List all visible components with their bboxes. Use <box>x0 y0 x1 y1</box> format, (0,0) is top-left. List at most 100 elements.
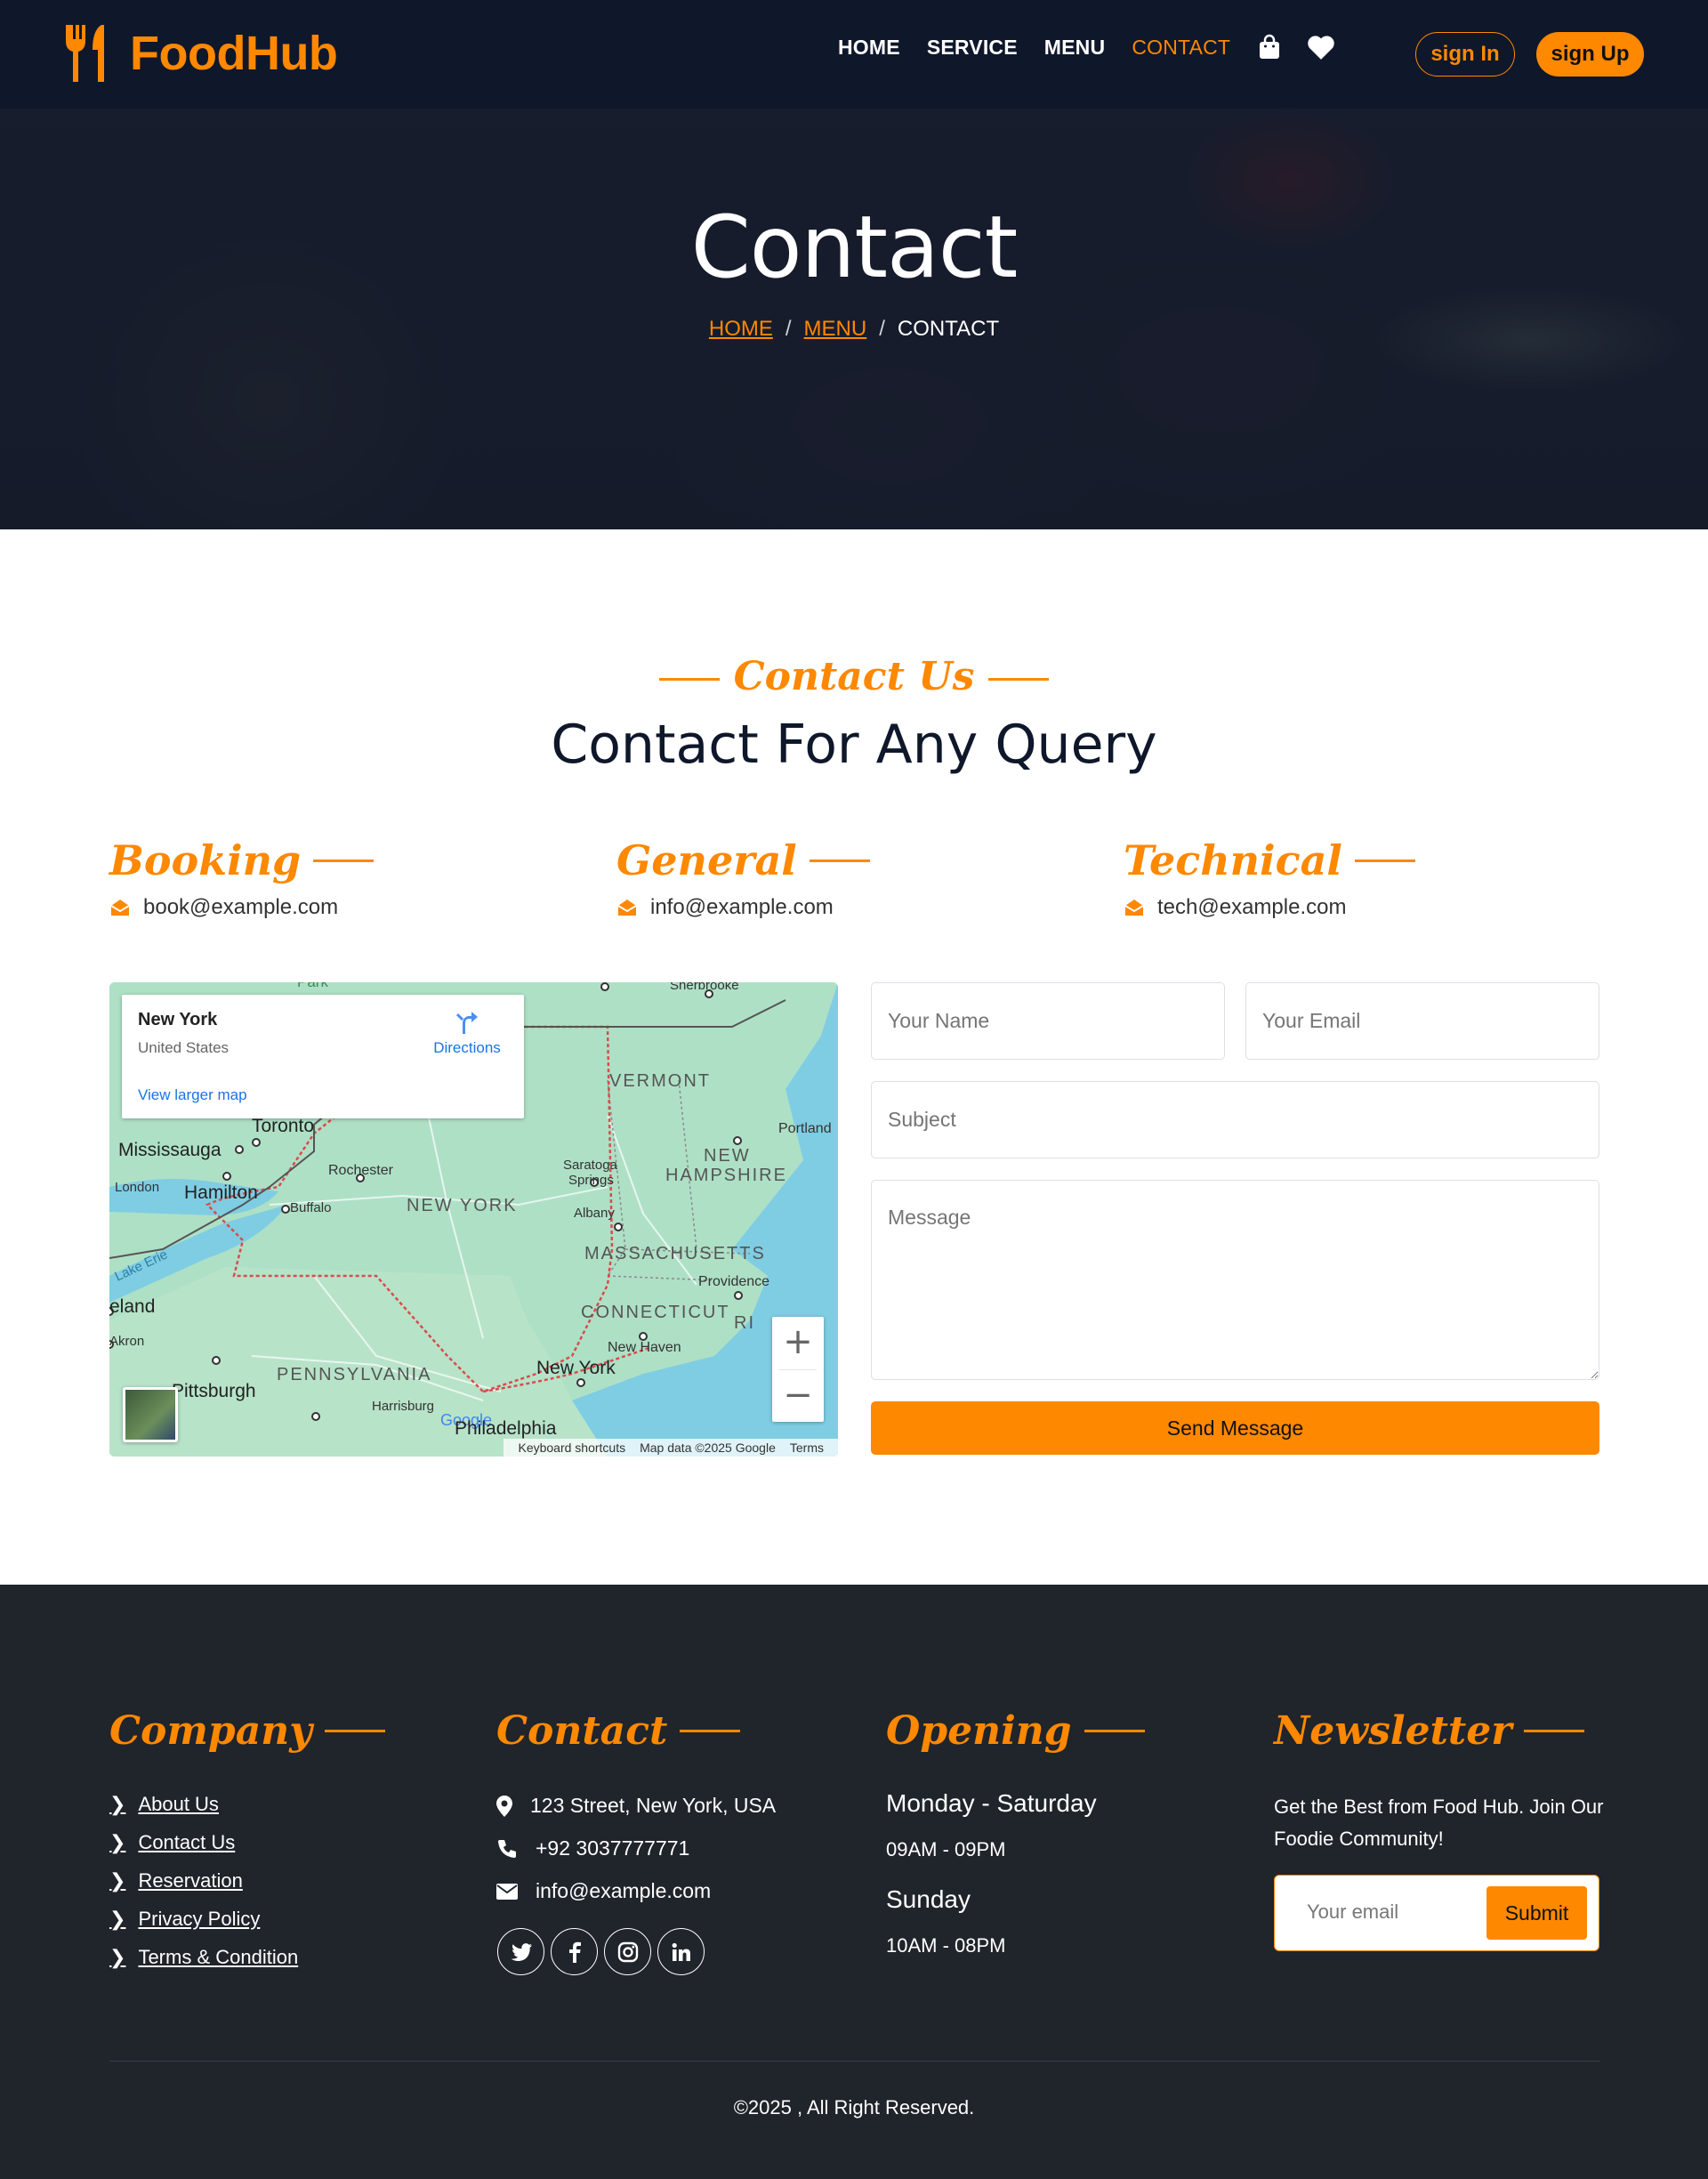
footer-link-contact[interactable]: ❯ Contact Us <box>109 1831 235 1854</box>
instagram-icon <box>617 1941 638 1962</box>
map-label-london: London <box>115 1180 160 1195</box>
map-label-albany: Albany <box>574 1206 615 1221</box>
chevron-right-icon: ❯ <box>109 1869 126 1893</box>
phone-icon <box>498 1839 516 1858</box>
weekday-label: Monday - Saturday <box>886 1789 1097 1817</box>
footer-link-reservation-text: Reservation <box>138 1869 243 1892</box>
divider-line <box>988 678 1050 681</box>
newsletter-email-input[interactable]: Your email <box>1307 1901 1398 1924</box>
footer-address-text: 123 Street, New York, USA <box>530 1794 777 1817</box>
map-label-saratoga: Saratoga <box>563 1158 617 1173</box>
copyright: ©2025 , All Right Reserved. <box>733 2096 975 2118</box>
footer-contact-heading-text: Contact <box>496 1708 668 1754</box>
map-label-connecticut: CONNECTICUT <box>581 1303 730 1322</box>
technical-heading: Technical <box>1124 836 1415 884</box>
hero-banner: Contact HOME / MENU / CONTACT <box>0 109 1708 529</box>
breadcrumb-separator: / <box>785 317 792 341</box>
contact-technical: Technical tech@example.com <box>1124 836 1415 920</box>
footer-phone[interactable]: +92 3037777771 <box>496 1836 689 1860</box>
newsletter-form: Your email Submit <box>1274 1875 1599 1951</box>
nav-home[interactable]: HOME <box>838 36 900 60</box>
map-label-hamilton: Hamilton <box>184 1182 258 1203</box>
zoom-in-button[interactable]: + <box>772 1317 824 1369</box>
directions-button[interactable]: Directions <box>428 1009 506 1057</box>
breadcrumb-home[interactable]: HOME <box>709 317 773 341</box>
map-label-rochester: Rochester <box>328 1163 393 1178</box>
general-email[interactable]: info@example.com <box>616 895 870 920</box>
nav-service[interactable]: SERVICE <box>927 36 1018 60</box>
map-label-portland: Portland <box>778 1121 832 1136</box>
view-larger-map-link[interactable]: View larger map <box>138 1086 247 1104</box>
map-label-akron: Akron <box>109 1334 145 1349</box>
chevron-right-icon: ❯ <box>109 1793 126 1816</box>
map-label-massachusetts: MASSACHUSETTS <box>584 1244 766 1263</box>
map-place-name: New York <box>138 1010 218 1029</box>
envelope-open-icon <box>110 900 130 916</box>
google-map[interactable]: Park Sherbrooke VERMONT Portland Toronto… <box>109 982 838 1457</box>
nav-menu[interactable]: MENU <box>1044 36 1106 60</box>
twitter-button[interactable] <box>497 1928 544 1975</box>
divider-line <box>809 859 870 862</box>
footer-opening-heading-text: Opening <box>886 1708 1072 1754</box>
footer-link-terms-text: Terms & Condition <box>138 1946 299 1968</box>
subject-input[interactable] <box>871 1081 1599 1158</box>
map-label-ri: RI <box>734 1313 755 1333</box>
footer-link-privacy[interactable]: ❯ Privacy Policy <box>109 1908 260 1931</box>
shopping-bag-icon[interactable] <box>1257 34 1282 61</box>
linkedin-icon <box>672 1942 690 1961</box>
envelope-icon <box>496 1883 518 1900</box>
breadcrumb-separator: / <box>879 317 885 341</box>
technical-email-text: tech@example.com <box>1157 895 1347 919</box>
footer-link-terms[interactable]: ❯ Terms & Condition <box>109 1946 298 1969</box>
name-input[interactable] <box>871 982 1225 1060</box>
zoom-out-button[interactable]: − <box>772 1370 824 1423</box>
heart-icon[interactable] <box>1307 34 1335 61</box>
footer-link-about[interactable]: ❯ About Us <box>109 1793 219 1816</box>
email-input[interactable] <box>1245 982 1599 1060</box>
nav-links: HOME SERVICE MENU CONTACT <box>838 34 1360 61</box>
map-layer-toggle[interactable] <box>123 1387 178 1442</box>
map-info-card: New York United States View larger map D… <box>122 995 524 1118</box>
send-message-button[interactable]: Send Message <box>871 1401 1599 1455</box>
twitter-icon <box>511 1942 532 1961</box>
map-label-vermont: VERMONT <box>609 1071 711 1091</box>
contact-booking: Booking book@example.com <box>109 836 375 920</box>
divider-line <box>1524 1730 1585 1732</box>
footer-link-contact-text: Contact Us <box>138 1831 236 1853</box>
envelope-open-icon <box>617 900 637 916</box>
breadcrumb-menu[interactable]: MENU <box>804 317 867 341</box>
page-title: Contact <box>690 198 1019 297</box>
technical-heading-text: Technical <box>1124 836 1342 884</box>
footer-email[interactable]: info@example.com <box>496 1879 711 1903</box>
envelope-open-icon <box>1124 900 1144 916</box>
map-label-philadelphia: Philadelphia <box>455 1418 557 1439</box>
divider-line <box>1084 1730 1145 1732</box>
brand-logo[interactable]: FoodHub <box>62 25 338 82</box>
map-terms-link[interactable]: Terms <box>790 1441 824 1455</box>
divider-line <box>324 1730 385 1732</box>
linkedin-button[interactable] <box>657 1928 705 1975</box>
sunday-hours: 10AM - 08PM <box>886 1934 1006 1957</box>
keyboard-shortcuts-link[interactable]: Keyboard shortcuts <box>518 1441 625 1455</box>
facebook-button[interactable] <box>551 1928 598 1975</box>
newsletter-submit-button[interactable]: Submit <box>1486 1886 1587 1940</box>
chevron-right-icon: ❯ <box>109 1831 126 1854</box>
nav-contact[interactable]: CONTACT <box>1132 36 1230 60</box>
map-marker-icon <box>496 1795 512 1817</box>
footer-link-reservation[interactable]: ❯ Reservation <box>109 1869 243 1893</box>
instagram-button[interactable] <box>604 1928 651 1975</box>
signin-button[interactable]: sign In <box>1415 32 1515 77</box>
map-label-harrisburg: Harrisburg <box>372 1399 435 1414</box>
map-label-providence: Providence <box>698 1274 770 1289</box>
footer-link-privacy-text: Privacy Policy <box>138 1908 261 1930</box>
signup-button[interactable]: sign Up <box>1536 32 1644 77</box>
divider-line <box>313 859 375 862</box>
technical-email[interactable]: tech@example.com <box>1124 895 1415 920</box>
booking-email[interactable]: book@example.com <box>109 895 374 920</box>
map-label-pittsburgh: Pittsburgh <box>172 1381 256 1401</box>
section-title: Contact For Any Query <box>551 714 1157 776</box>
map-label-springs: Springs <box>568 1173 614 1188</box>
footer-phone-text: +92 3037777771 <box>536 1836 690 1860</box>
footer-newsletter-heading-text: Newsletter <box>1274 1708 1512 1754</box>
message-textarea[interactable] <box>871 1180 1599 1380</box>
